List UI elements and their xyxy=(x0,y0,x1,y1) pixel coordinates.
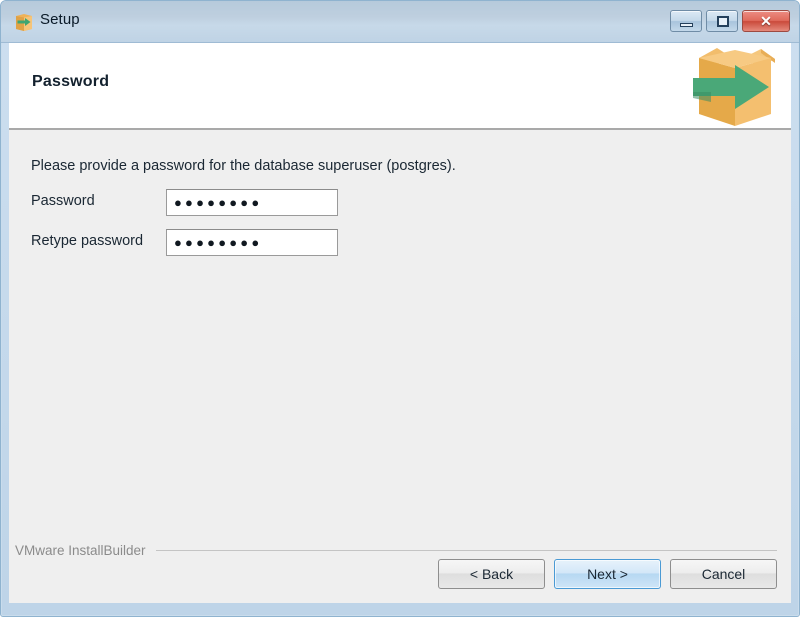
window-controls: ✕ xyxy=(670,10,790,32)
retype-password-label: Retype password xyxy=(31,233,144,249)
page-header: Password xyxy=(9,43,791,130)
brand-divider xyxy=(155,549,777,551)
maximize-icon xyxy=(717,16,729,27)
password-input[interactable]: ●●●●●●●● xyxy=(166,189,338,216)
minimize-icon xyxy=(680,23,693,27)
wizard-buttons: < Back Next > Cancel xyxy=(438,559,777,589)
brand-label: VMware InstallBuilder xyxy=(15,542,146,558)
instruction-text: Please provide a password for the databa… xyxy=(31,158,456,174)
next-button[interactable]: Next > xyxy=(554,559,661,589)
close-icon: ✕ xyxy=(760,13,772,29)
installbuilder-box-arrow-logo xyxy=(683,43,779,128)
brand-row: VMware InstallBuilder xyxy=(9,541,791,559)
cancel-button[interactable]: Cancel xyxy=(670,559,777,589)
retype-password-input[interactable]: ●●●●●●●● xyxy=(166,229,338,256)
footer: VMware InstallBuilder < Back Next > Canc… xyxy=(9,529,791,603)
close-button[interactable]: ✕ xyxy=(742,10,790,32)
page-title: Password xyxy=(32,73,110,90)
password-label: Password xyxy=(31,193,95,209)
installer-box-icon xyxy=(14,12,34,32)
minimize-button[interactable] xyxy=(670,10,702,32)
maximize-button[interactable] xyxy=(706,10,738,32)
title-bar[interactable]: Setup ✕ xyxy=(1,1,799,43)
window-title: Setup xyxy=(40,11,80,28)
setup-window: Setup ✕ Password Please provide a passwo… xyxy=(0,0,800,617)
back-button[interactable]: < Back xyxy=(438,559,545,589)
